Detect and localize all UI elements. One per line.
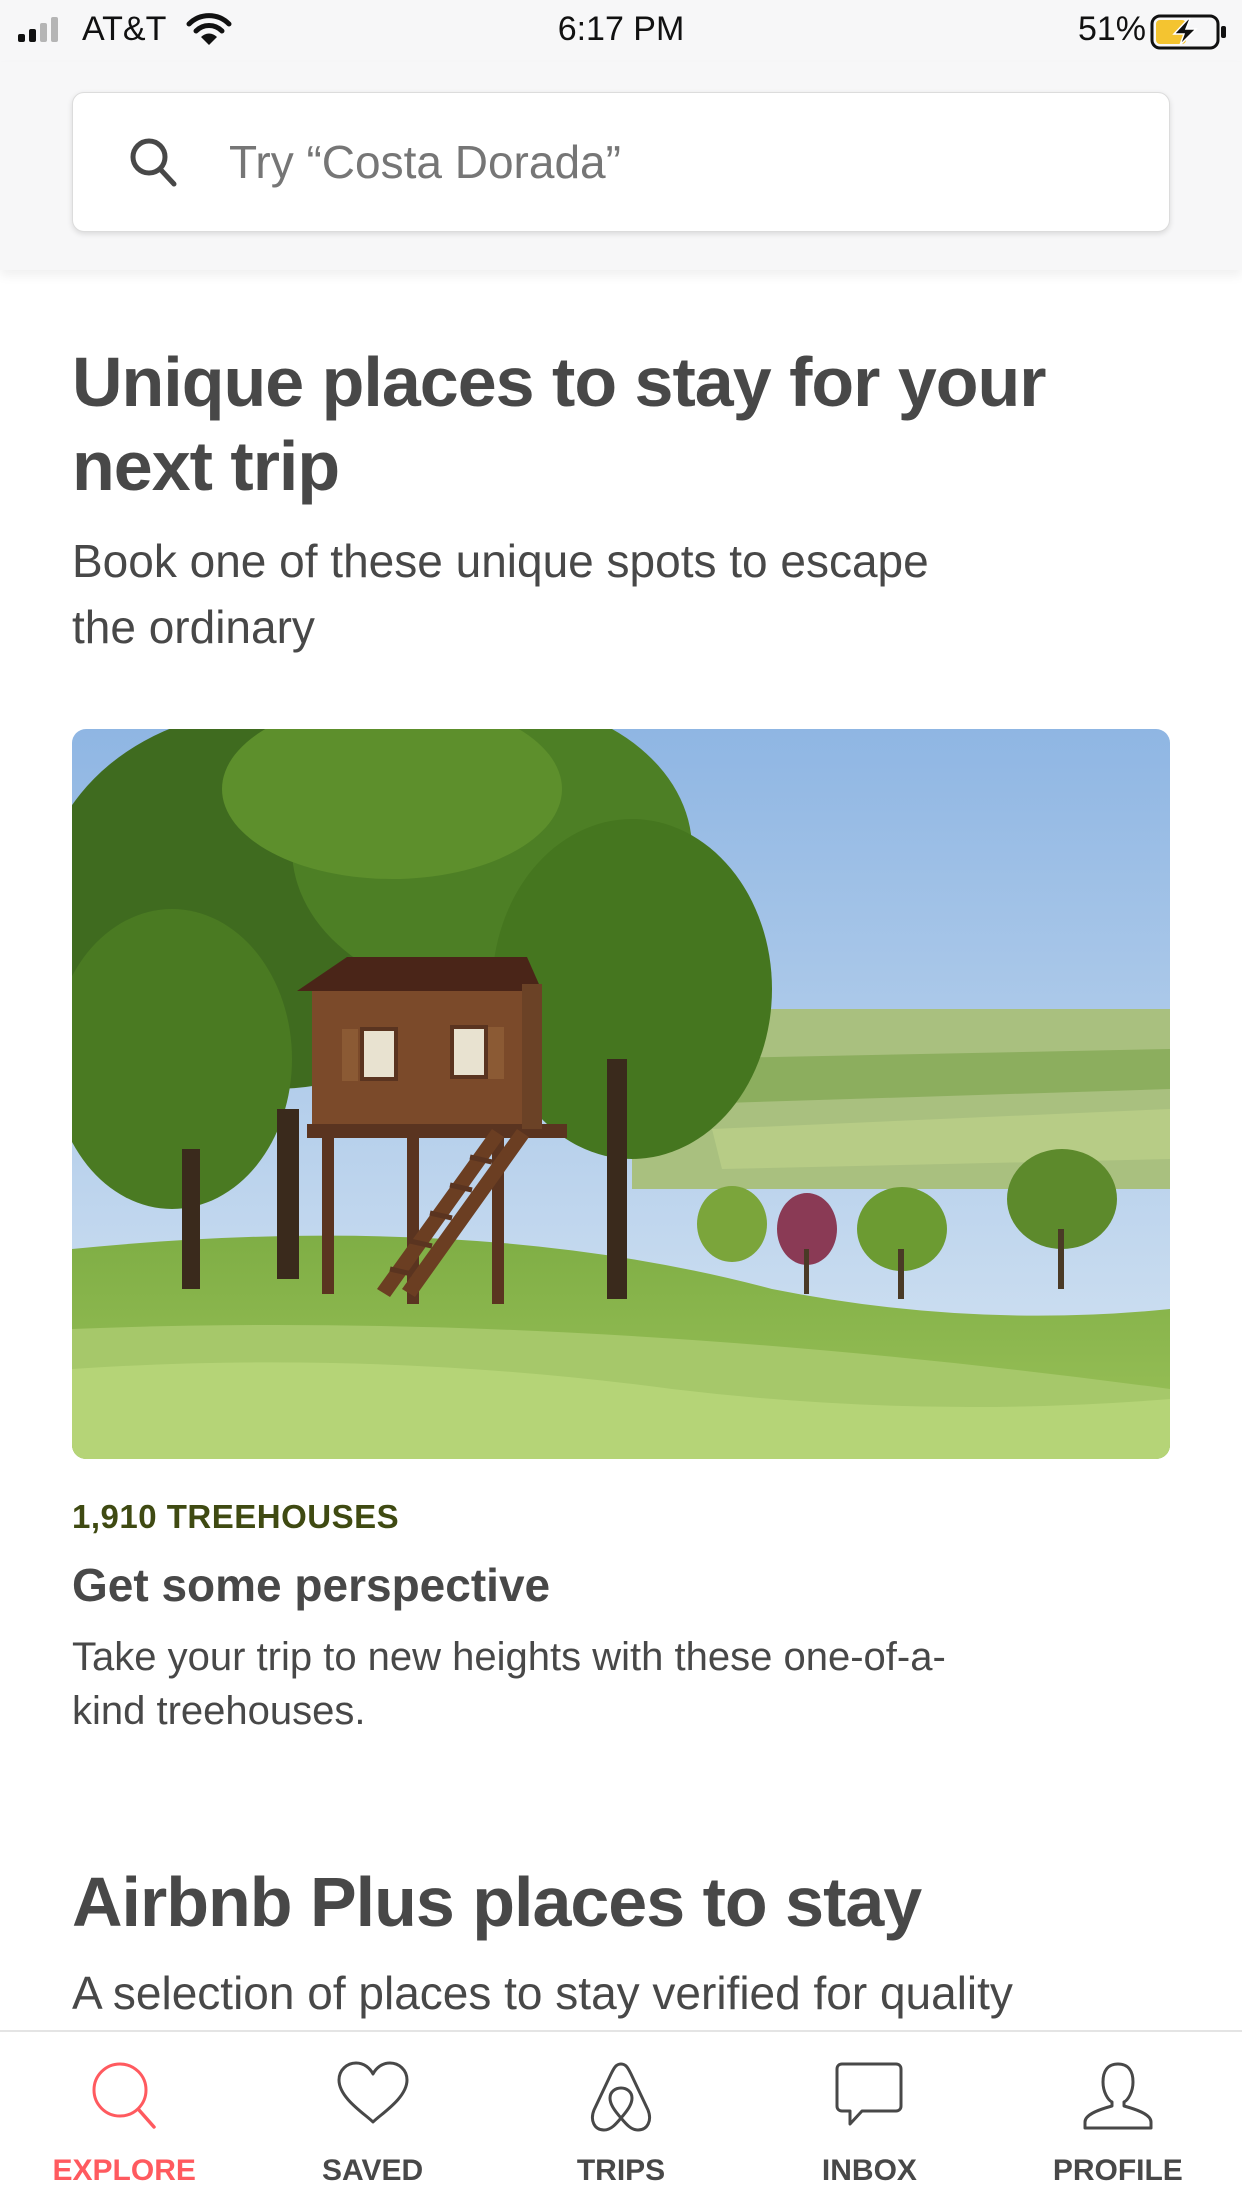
tab-profile[interactable]: PROFILE — [994, 2032, 1242, 2208]
tab-label: INBOX — [821, 2154, 917, 2187]
heart-icon — [335, 2060, 411, 2131]
tab-label: TRIPS — [576, 2154, 666, 2187]
tab-saved[interactable]: SAVED — [248, 2032, 496, 2208]
tab-label: SAVED — [322, 2154, 424, 2187]
tab-inbox[interactable]: INBOX — [745, 2032, 993, 2208]
tab-trips[interactable]: TRIPS — [497, 2032, 745, 2208]
section-subtitle-unique-line2: the ordinary — [72, 601, 315, 653]
section-title-unique-line2: next trip — [72, 427, 340, 505]
search-icon — [129, 137, 179, 194]
chat-bubble-icon — [834, 2060, 904, 2133]
battery-charging-icon — [1150, 14, 1228, 55]
battery-percent: 51% — [1077, 10, 1146, 48]
search-input[interactable] — [229, 129, 1129, 195]
card-description: Take your trip to new heights with these… — [72, 1630, 1072, 1738]
status-bar: AT&T 6:17 PM 51% — [0, 0, 1242, 62]
card-title[interactable]: Get some perspective — [72, 1558, 550, 1612]
airbnb-logo-icon — [588, 2060, 654, 2139]
tab-label: EXPLORE — [52, 2154, 196, 2187]
tab-label: PROFILE — [1052, 2154, 1183, 2187]
section-subtitle-unique-line1: Book one of these unique spots to escape — [72, 535, 929, 587]
card-description-line1: Take your trip to new heights with these… — [72, 1635, 946, 1679]
search-bar[interactable] — [72, 92, 1170, 232]
status-time: 6:17 PM — [557, 10, 685, 48]
section-subtitle-plus: A selection of places to stay verified f… — [72, 1967, 1013, 2019]
card-description-line2: kind treehouses. — [72, 1689, 366, 1733]
section-title-unique-line1: Unique places to stay for your — [72, 343, 1047, 421]
tab-explore[interactable]: EXPLORE — [0, 2032, 248, 2208]
search-header — [0, 62, 1242, 270]
person-icon — [1081, 2060, 1155, 2137]
treehouse-hero-image[interactable] — [72, 729, 1170, 1459]
listing-count-kicker: 1,910 TREEHOUSES — [72, 1498, 400, 1535]
bottom-tab-bar: EXPLORE SAVED TRIPS INBOX PROFILE — [0, 2030, 1242, 2208]
section-title-plus: Airbnb Plus places to stay — [72, 1863, 922, 1941]
search-icon — [90, 2060, 158, 2137]
treehouse-illustration — [72, 729, 1170, 1459]
